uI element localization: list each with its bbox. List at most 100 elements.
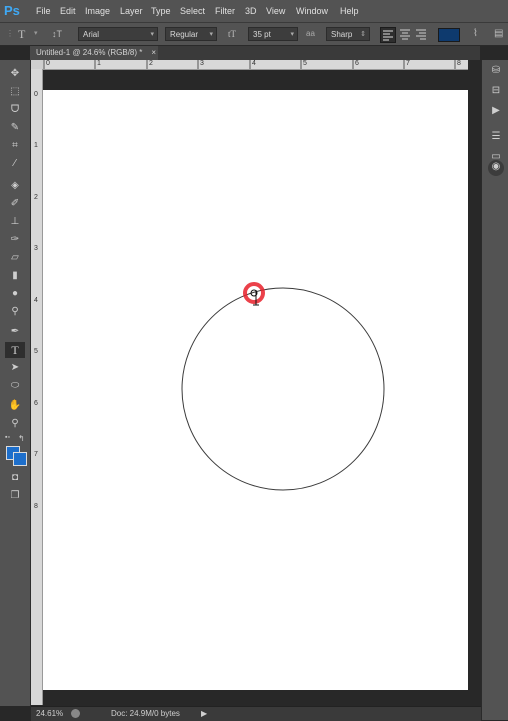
behance-icon[interactable]: ◉: [488, 160, 504, 176]
quick-mask-icon: ◘: [11, 472, 19, 483]
character-panel-icon[interactable]: ▤: [494, 28, 503, 40]
quick-select-tool[interactable]: ✎: [5, 120, 25, 136]
droplet-icon: ●: [11, 288, 19, 299]
pen-icon: ✒: [10, 326, 20, 337]
text-orientation-icon[interactable]: ↕T: [52, 28, 62, 40]
dodge-tool[interactable]: ⚲: [5, 304, 25, 320]
history-brush-tool[interactable]: ✑: [5, 232, 25, 248]
menu-image[interactable]: Image: [85, 5, 110, 17]
layers-icon[interactable]: ☰: [488, 130, 504, 144]
toolbox: ✥ ⬚ ᗜ ✎ ⌗ ⁄ ◈ ✐ ⊥ ✑ ▱ ▮ ● ⚲ ✒ T ➤ ⬭ ✋ ⚲ …: [0, 60, 31, 706]
document-tab[interactable]: Untitled-1 @ 24.6% (RGB/8) * ×: [30, 46, 158, 60]
document-tab-title: Untitled-1 @ 24.6% (RGB/8) *: [36, 48, 143, 57]
marquee-icon: ⬚: [10, 86, 20, 97]
eyedropper-icon: ⁄: [14, 158, 16, 169]
close-icon[interactable]: ×: [151, 46, 156, 60]
pen-tool[interactable]: ✒: [5, 324, 25, 340]
ruler-vertical[interactable]: 0 1 2 3 4 5 6 7 8: [31, 69, 43, 705]
marquee-tool[interactable]: ⬚: [5, 84, 25, 100]
libraries-icon[interactable]: ⊟: [488, 84, 504, 98]
chevron-down-icon: ▾: [209, 31, 213, 38]
menu-file[interactable]: File: [36, 5, 51, 17]
ruler-label: 8: [34, 503, 38, 510]
font-size-select[interactable]: 35 pt ▾: [248, 27, 298, 41]
chevron-updown-icon: ⇕: [360, 31, 366, 38]
brush-icon: ✐: [10, 198, 20, 209]
menu-filter[interactable]: Filter: [215, 5, 235, 17]
ruler-label: 0: [34, 91, 38, 98]
menu-select[interactable]: Select: [180, 5, 205, 17]
font-size-value: 35 pt: [253, 30, 271, 39]
bandage-icon: ◈: [11, 180, 19, 191]
play-action-icon[interactable]: ▶: [488, 104, 504, 118]
app-logo: Ps: [4, 3, 20, 18]
options-bar: ⋮ T ▾ ↕T Arial ▾ Regular ▾ tT 35 pt ▾ aa…: [0, 23, 508, 46]
move-tool[interactable]: ✥: [5, 66, 25, 82]
brush-tool[interactable]: ✐: [5, 196, 25, 212]
menu-help[interactable]: Help: [340, 5, 359, 17]
antialias-value: Sharp: [331, 30, 353, 39]
status-indicator-icon[interactable]: [71, 709, 80, 718]
properties-icon[interactable]: ⛁: [488, 64, 504, 78]
align-center-icon[interactable]: [399, 29, 411, 41]
text-color-swatch[interactable]: [438, 28, 460, 42]
type-tool[interactable]: T: [5, 342, 25, 358]
zoom-tool[interactable]: ⚲: [5, 416, 25, 432]
ruler-label: 7: [34, 451, 38, 458]
canvas-drawing: [181, 282, 385, 491]
background-color-swatch[interactable]: [13, 452, 27, 466]
ruler-label: 4: [34, 297, 38, 304]
menu-layer[interactable]: Layer: [120, 5, 143, 17]
screen-mode-button[interactable]: ❐: [5, 488, 25, 504]
swap-colors-icon[interactable]: ↰: [18, 434, 25, 443]
status-menu-arrow-icon[interactable]: ▶: [201, 707, 207, 720]
font-style-value: Regular: [170, 30, 199, 39]
default-colors-icon[interactable]: ▪▫: [5, 434, 10, 441]
chevron-down-icon: ▾: [290, 31, 294, 38]
font-size-icon: tT: [228, 29, 236, 39]
crop-tool[interactable]: ⌗: [5, 138, 25, 154]
preset-dropdown-icon[interactable]: ▾: [34, 28, 38, 40]
document-canvas[interactable]: [43, 90, 468, 690]
ruler-label: 5: [34, 348, 38, 355]
menu-type[interactable]: Type: [151, 5, 171, 17]
quick-select-icon: ✎: [10, 122, 20, 133]
quick-mask-button[interactable]: ◘: [5, 470, 25, 486]
doc-size-info: Doc: 24.9M/0 bytes: [111, 709, 180, 718]
eraser-tool[interactable]: ▱: [5, 250, 25, 266]
blur-tool[interactable]: ●: [5, 286, 25, 302]
grip-icon: ⋮: [6, 29, 14, 38]
type-tool-preset-icon[interactable]: T: [18, 28, 25, 40]
panel-dock: ⛁ ⊟ ▶ ☰ ▭ ◉: [481, 60, 508, 720]
font-family-select[interactable]: Arial ▾: [78, 27, 158, 41]
clone-stamp-tool[interactable]: ⊥: [5, 214, 25, 230]
gradient-tool[interactable]: ▮: [5, 268, 25, 284]
circle-path[interactable]: [181, 287, 385, 491]
lasso-tool[interactable]: ᗜ: [5, 102, 25, 118]
ruler-label: 3: [34, 245, 38, 252]
magnifier-icon: ⚲: [11, 418, 19, 429]
dodge-icon: ⚲: [11, 306, 19, 317]
crop-icon: ⌗: [12, 140, 18, 151]
align-left-icon: [383, 30, 393, 41]
menu-3d[interactable]: 3D: [245, 5, 257, 17]
path-selection-tool[interactable]: ➤: [5, 360, 25, 376]
ruler-horizontal[interactable]: 0 1 2 3 4 5 6 7 8: [43, 60, 468, 70]
ellipse-icon: ⬭: [10, 380, 20, 391]
ellipse-tool[interactable]: ⬭: [5, 378, 25, 394]
status-bar: 24.61% Doc: 24.9M/0 bytes ▶: [31, 706, 481, 721]
align-left-button[interactable]: [380, 27, 396, 43]
healing-brush-tool[interactable]: ◈: [5, 178, 25, 194]
menu-edit[interactable]: Edit: [60, 5, 76, 17]
antialias-select[interactable]: Sharp ⇕: [326, 27, 370, 41]
ruler-ticks: [43, 60, 456, 69]
move-icon: ✥: [10, 68, 20, 79]
align-right-icon[interactable]: [415, 29, 427, 41]
hand-tool[interactable]: ✋: [5, 398, 25, 414]
zoom-level[interactable]: 24.61%: [36, 707, 63, 720]
menu-window[interactable]: Window: [296, 5, 328, 17]
eyedropper-tool[interactable]: ⁄: [5, 156, 25, 172]
font-style-select[interactable]: Regular ▾: [165, 27, 217, 41]
menu-view[interactable]: View: [266, 5, 285, 17]
warp-text-icon[interactable]: ⌇: [473, 28, 478, 40]
